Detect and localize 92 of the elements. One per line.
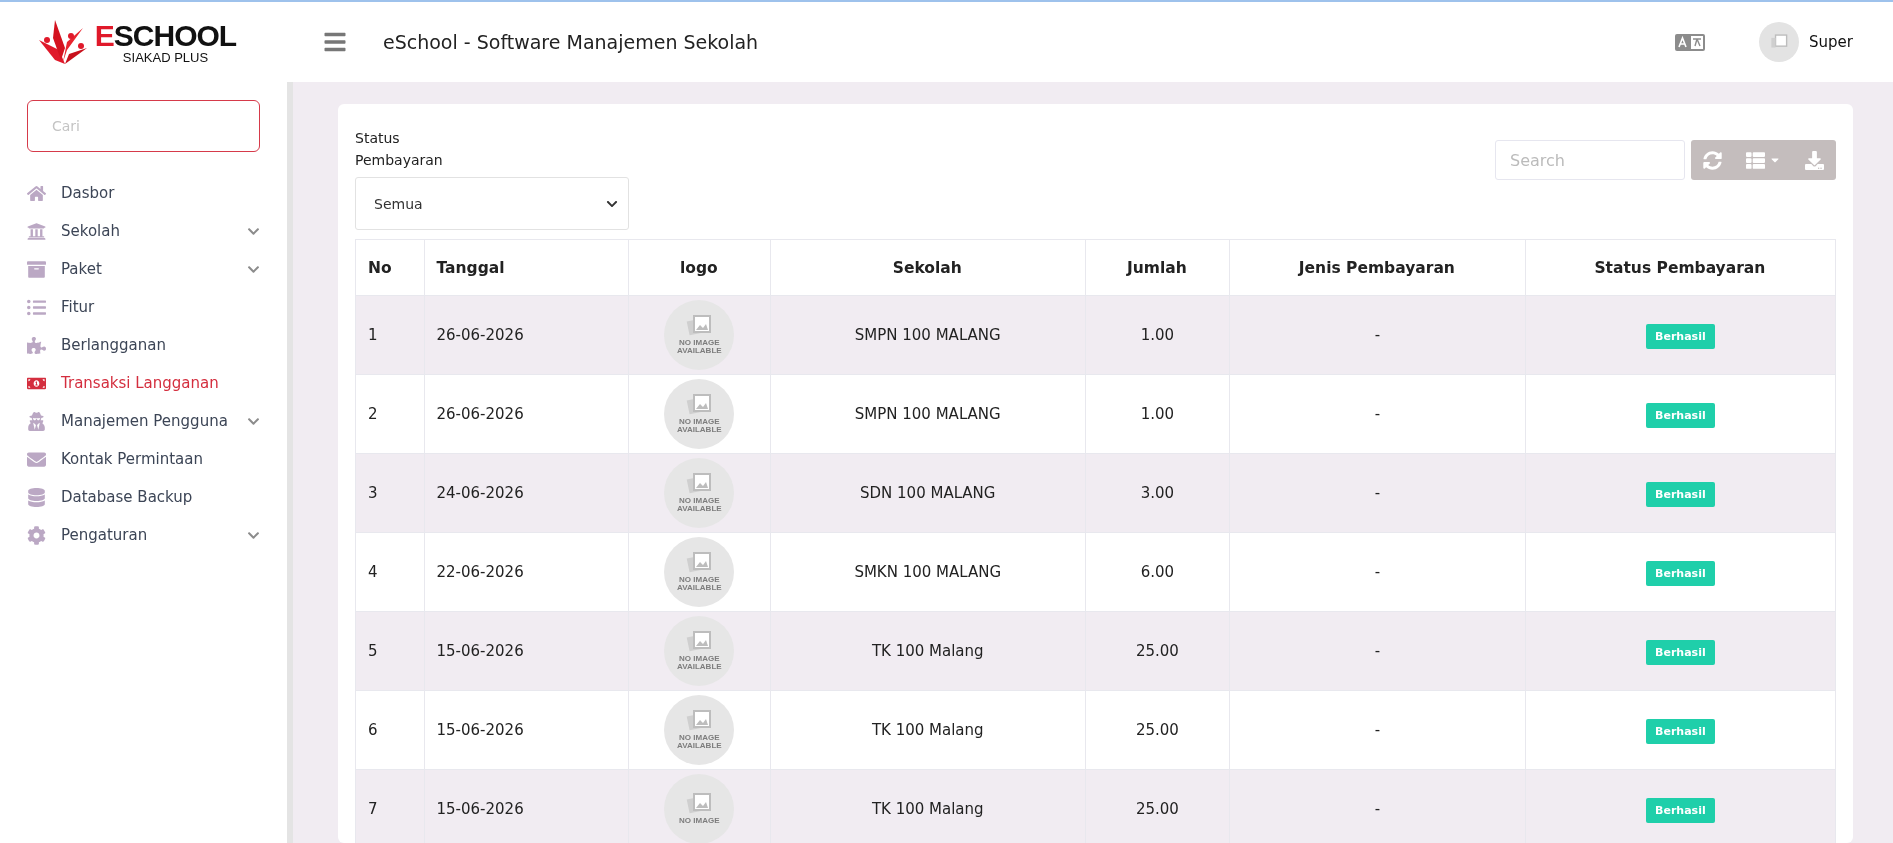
status-badge: Berhasil [1646, 798, 1715, 824]
menu-item-icon [27, 259, 46, 279]
table-cell: 15-06-2026 [424, 690, 629, 770]
table-cell: 7 [355, 769, 424, 843]
status-badge: Berhasil [1646, 403, 1715, 429]
menu-button[interactable] [323, 30, 347, 54]
app-title: eSchool - Software Manajemen Sekolah [383, 31, 760, 53]
search-field[interactable]: Cari [27, 100, 260, 152]
sidebar-item[interactable]: Database Backup [27, 478, 260, 516]
placeholder-text: NO IMAGE AVAILABLE [676, 655, 723, 672]
table-cell: SMPN 100 MALANG [770, 374, 1086, 454]
download-icon [1805, 150, 1824, 170]
table-cell: SDN 100 MALANG [770, 453, 1086, 533]
menu-item-icon [27, 525, 46, 545]
status-badge: Berhasil [1646, 719, 1715, 745]
table-cell: - [1229, 453, 1526, 533]
photo-icon [686, 473, 713, 495]
table-cell: 15-06-2026 [424, 611, 629, 691]
table-cell: 1.00 [1085, 295, 1230, 375]
status-badge: Berhasil [1646, 640, 1715, 666]
column-header: No [355, 239, 424, 296]
placeholder-text: NO IMAGE [678, 817, 721, 826]
photo-icon [1770, 34, 1789, 50]
table-cell: - [1229, 532, 1526, 612]
table-cell: 6.00 [1085, 532, 1230, 612]
status-badge: Berhasil [1646, 561, 1715, 587]
table-cell: 6 [355, 690, 424, 770]
menu-item-icon [27, 335, 46, 355]
sidebar-item[interactable]: Sekolah [27, 212, 260, 250]
menu-item-icon [27, 411, 46, 431]
photo-icon [686, 315, 713, 337]
sidebar-item[interactable]: Transaksi Langganan [27, 364, 260, 402]
user-name[interactable]: Super [1809, 33, 1853, 51]
translate-icon[interactable] [1675, 33, 1706, 51]
table-cell: - [1229, 374, 1526, 454]
avatar[interactable] [1759, 22, 1800, 62]
table-cell: 2 [355, 374, 424, 454]
table-cell: TK 100 Malang [770, 611, 1086, 691]
table-cell: 24-06-2026 [424, 453, 629, 533]
table-cell: 3.00 [1085, 453, 1230, 533]
table-cell: SMKN 100 MALANG [770, 532, 1086, 612]
table-cell: - [1229, 690, 1526, 770]
column-header: Sekolah [770, 239, 1086, 296]
placeholder-text: NO IMAGE AVAILABLE [676, 734, 723, 751]
column-header: Jumlah [1085, 239, 1230, 296]
brand-name: ESCHOOL [94, 20, 237, 51]
table-cell: 1.00 [1085, 374, 1230, 454]
table-cell: - [1229, 295, 1526, 375]
list-icon [1746, 150, 1765, 170]
placeholder-text: NO IMAGE AVAILABLE [676, 418, 723, 435]
table-cell: SMPN 100 MALANG [770, 295, 1086, 375]
table-cell: 22-06-2026 [424, 532, 629, 612]
status-badge: Berhasil [1646, 482, 1715, 508]
photo-icon [686, 631, 713, 653]
photo-icon [686, 710, 713, 732]
sidebar-item[interactable]: Manajemen Pengguna [27, 402, 260, 440]
filter-label: Status Pembayaran [355, 129, 444, 170]
column-header: logo [628, 239, 771, 296]
table-cell: TK 100 Malang [770, 690, 1086, 770]
sidebar-item[interactable]: Paket [27, 250, 260, 288]
column-header: Tanggal [424, 239, 629, 296]
sidebar-item[interactable]: Berlangganan [27, 326, 260, 364]
sidebar-item[interactable]: Dasbor [27, 174, 260, 212]
menu-item-icon [27, 297, 46, 317]
photo-icon [686, 394, 713, 416]
table-cell: 3 [355, 453, 424, 533]
table-cell: 5 [355, 611, 424, 691]
status-select[interactable]: Semua [355, 177, 629, 231]
column-header: Status Pembayaran [1525, 239, 1836, 296]
table-cell: 25.00 [1085, 690, 1230, 770]
table-cell: 1 [355, 295, 424, 375]
photo-icon [686, 552, 713, 574]
menu-item-icon [27, 449, 46, 469]
sidebar-item[interactable]: Fitur [27, 288, 260, 326]
table-cell: 4 [355, 532, 424, 612]
menu-item-icon [27, 487, 46, 507]
menu-item-icon [27, 183, 46, 203]
placeholder-text: NO IMAGE AVAILABLE [676, 576, 723, 593]
menu-item-icon [27, 221, 46, 241]
refresh-icon [1703, 150, 1722, 170]
status-badge: Berhasil [1646, 324, 1715, 350]
sidebar-item[interactable]: Pengaturan [27, 516, 260, 554]
column-header: Jenis Pembayaran [1229, 239, 1526, 296]
photo-icon [686, 793, 713, 816]
placeholder-text: NO IMAGE AVAILABLE [676, 497, 723, 514]
brand-subtitle: SIAKAD PLUS [122, 50, 209, 64]
sidebar-item[interactable]: Kontak Permintaan [27, 440, 260, 478]
table-cell: 26-06-2026 [424, 295, 629, 375]
table-cell: - [1229, 611, 1526, 691]
placeholder-text: NO IMAGE AVAILABLE [676, 339, 723, 356]
table-cell: 26-06-2026 [424, 374, 629, 454]
table-cell: 25.00 [1085, 611, 1230, 691]
